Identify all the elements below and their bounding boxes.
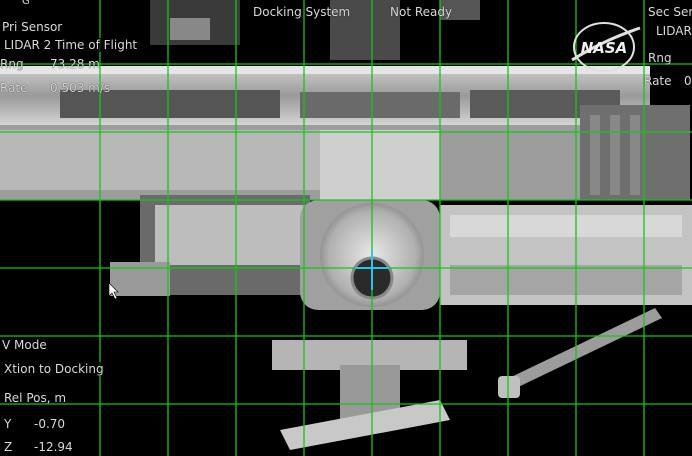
camera-view: NASA [0,0,692,456]
sec-rng-label: Rng [648,51,672,65]
pri-rng-label: Rng [0,57,24,71]
pri-sensor-label: Pri Sensor [2,20,63,34]
sec-sensor-label: Sec Ser [648,5,692,19]
mode-label: V Mode [0,338,49,352]
rel-pos-z-label: Z [4,440,13,454]
sec-rate-value: 0 [684,74,692,88]
rel-pos-y-value: -0.70 [34,417,66,431]
left-glyph: G [22,0,30,7]
docking-system-title: Docking System [253,5,351,19]
rel-pos-z-value: -12.94 [34,440,73,454]
pri-rate-value: 0.503 m/s [50,81,111,95]
nasa-logo-text: NASA [581,39,628,57]
rel-pos-label: Rel Pos, m [4,391,67,405]
pri-rng-value: 73.28 m [50,57,100,71]
mode-value: Xtion to Docking [2,362,106,376]
docking-status: Not Ready [390,5,453,19]
sec-rate-label: Rate [644,74,672,88]
pri-sensor-value: LIDAR 2 Time of Flight [2,38,140,52]
pri-rate-label: Rate [0,81,28,95]
rel-pos-y-label: Y [4,417,12,431]
sec-sensor-value: LIDAR [656,24,692,38]
